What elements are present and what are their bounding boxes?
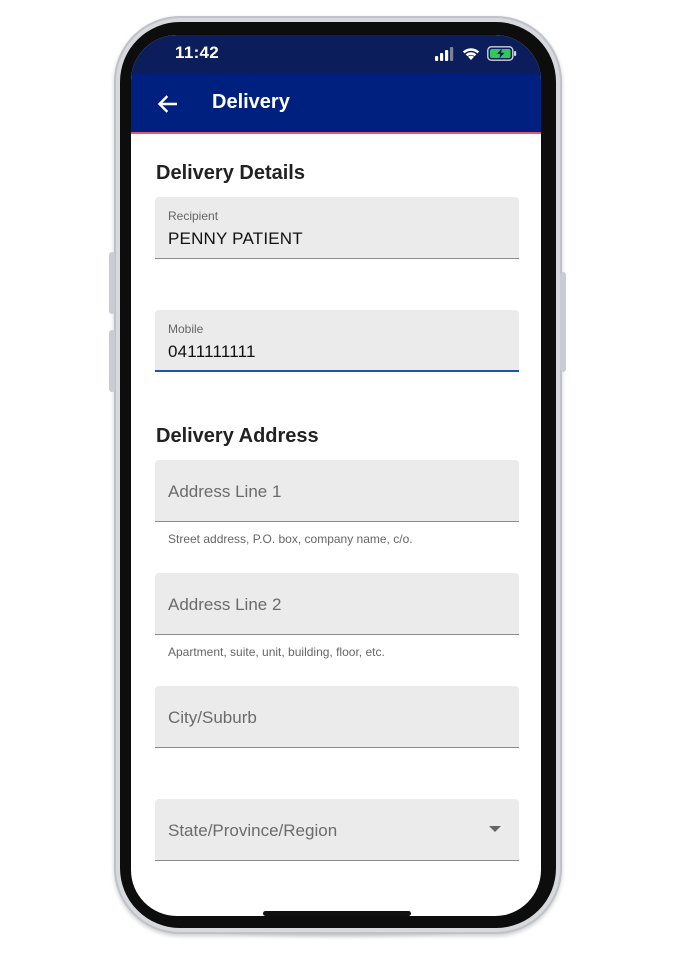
mobile-label: Mobile — [168, 322, 204, 336]
address-line-1-field[interactable]: Address Line 1 — [155, 460, 519, 522]
address-line-2-field[interactable]: Address Line 2 — [155, 573, 519, 635]
dropdown-arrow-icon — [489, 826, 501, 832]
state-province-region-placeholder: State/Province/Region — [168, 821, 338, 840]
delivery-details-heading: Delivery Details — [156, 162, 305, 184]
delivery-address-heading: Delivery Address — [156, 425, 319, 447]
volume-down-button — [109, 330, 115, 392]
wifi-icon — [462, 48, 480, 60]
cellular-signal-icon — [435, 47, 454, 61]
battery-charging-icon — [487, 46, 517, 61]
address-line-1-hint: Street address, P.O. box, company name, … — [168, 532, 413, 546]
state-province-region-select[interactable]: State/Province/Region — [155, 799, 519, 861]
address-line-2-placeholder: Address Line 2 — [168, 595, 282, 614]
address-line-2-hint: Apartment, suite, unit, building, floor,… — [168, 645, 385, 659]
status-bar: 11:42 — [131, 35, 541, 74]
address-line-1-placeholder: Address Line 1 — [168, 482, 282, 501]
recipient-label: Recipient — [168, 209, 219, 223]
mobile-value: 0411111111 — [168, 342, 256, 361]
recipient-value: PENNY PATIENT — [168, 229, 303, 248]
phone-screen: 11:42 Delivery Delivery Details Recipien… — [131, 35, 541, 916]
status-icons — [435, 45, 517, 61]
home-indicator — [263, 911, 411, 916]
status-time: 11:42 — [175, 43, 220, 62]
page-title: Delivery — [212, 91, 290, 113]
volume-up-button — [109, 252, 115, 314]
back-button[interactable] — [153, 90, 181, 118]
power-button — [560, 272, 566, 372]
recipient-field[interactable]: Recipient PENNY PATIENT — [155, 197, 519, 259]
city-suburb-placeholder: City/Suburb — [168, 708, 257, 727]
city-suburb-field[interactable]: City/Suburb — [155, 686, 519, 748]
app-bar: Delivery — [131, 74, 541, 134]
mobile-field[interactable]: Mobile 0411111111 — [155, 310, 519, 372]
arrow-left-icon — [157, 95, 177, 113]
delivery-form: Delivery Details Recipient PENNY PATIENT… — [131, 134, 541, 916]
